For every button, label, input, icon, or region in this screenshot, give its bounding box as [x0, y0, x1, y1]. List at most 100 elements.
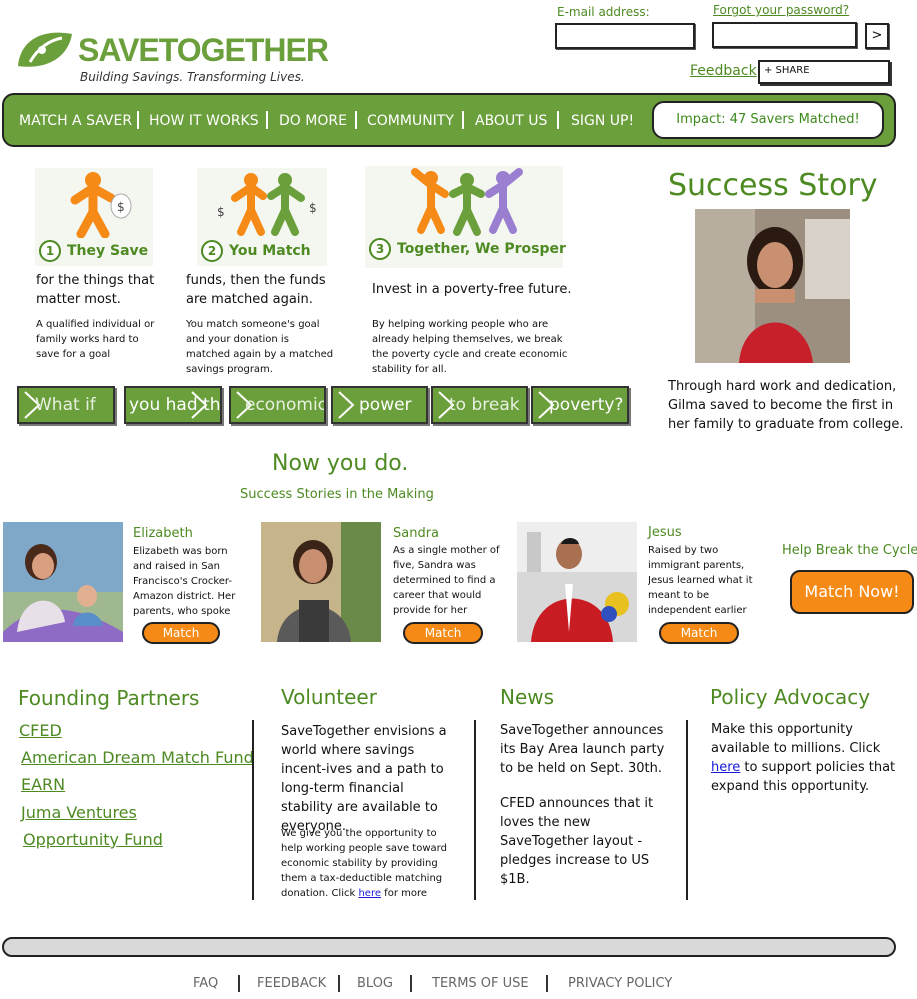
- step-3-heading: Invest in a poverty-free future.: [372, 282, 572, 297]
- arrow-phrase-text: What if: [35, 395, 96, 415]
- footer-terms-link[interactable]: TERMS OF USE: [432, 976, 529, 991]
- nav-sign-up[interactable]: SIGN UP!: [571, 113, 634, 129]
- arrow-phrase-2: you had the: [124, 386, 222, 424]
- graduate-photo-icon: [517, 522, 637, 642]
- logo-text-save: Save: [78, 32, 160, 68]
- policy-body: Make this opportunity available to milli…: [711, 720, 909, 796]
- logo[interactable]: SaveTogether Building Savings. Transform…: [16, 28, 329, 88]
- partner-link-juma[interactable]: Juma Ventures: [21, 803, 137, 822]
- help-break-cycle-title: Help Break the Cycle: [782, 543, 917, 558]
- saver-name-jesus: Jesus: [648, 525, 682, 540]
- news-title: News: [500, 685, 555, 709]
- nav-match-a-saver[interactable]: MATCH A SAVER: [19, 113, 132, 129]
- saver-photo-sandra[interactable]: [261, 522, 381, 642]
- success-story-title: Success Story: [668, 168, 878, 203]
- saver-photo-elizabeth[interactable]: [3, 522, 123, 642]
- feedback-link[interactable]: Feedback: [690, 63, 757, 79]
- arrow-phrase-4: power: [331, 386, 428, 424]
- news-item-1: SaveTogether announces its Bay Area laun…: [500, 723, 665, 776]
- step-2-label: You Match: [229, 243, 311, 259]
- match-button-jesus[interactable]: Match: [659, 622, 739, 644]
- volunteer-title: Volunteer: [281, 685, 377, 709]
- leaf-logo-icon: [18, 32, 72, 67]
- nav-divider: [355, 111, 357, 129]
- saver-name-elizabeth: Elizabeth: [133, 526, 193, 541]
- founding-partners-title: Founding Partners: [18, 686, 200, 710]
- arrow-phrase-1: What if: [17, 386, 115, 424]
- footer-divider: [410, 975, 412, 992]
- nav-about-us[interactable]: ABOUT US: [475, 113, 547, 129]
- nav-do-more[interactable]: DO MORE: [279, 113, 347, 129]
- arrow-phrase-6: poverty?: [531, 386, 629, 424]
- step-2-heading: funds, then the funds are matched again.: [186, 273, 326, 307]
- footer-divider: [338, 975, 340, 992]
- step-1-number: 1: [39, 240, 61, 262]
- match-button-elizabeth[interactable]: Match: [142, 622, 220, 644]
- chevron-right-icon: [191, 391, 208, 419]
- footer-bar: [2, 937, 896, 957]
- login-submit-button[interactable]: >: [865, 23, 889, 49]
- arrow-phrase-text: economic: [245, 395, 326, 415]
- nav-how-it-works[interactable]: HOW IT WORKS: [149, 113, 259, 129]
- policy-pre: Make this opportunity available to milli…: [711, 722, 881, 756]
- partner-link-american-dream[interactable]: American Dream Match Fund: [21, 748, 254, 767]
- step-2-title: 2 You Match: [201, 240, 311, 262]
- nav-community[interactable]: COMMUNITY: [367, 113, 454, 129]
- people-prospering-icon: [411, 168, 523, 236]
- password-input[interactable]: [712, 22, 857, 48]
- saver-desc-jesus: Raised by two immigrant parents, Jesus l…: [648, 545, 753, 616]
- student-photo-icon: [695, 209, 850, 363]
- footer-faq-link[interactable]: FAQ: [193, 976, 218, 991]
- email-label: E-mail address:: [557, 5, 650, 19]
- logo-text-together: Together: [158, 32, 329, 68]
- volunteer-body: SaveTogether envisions a world where sav…: [281, 724, 447, 834]
- people-matching-icon: $ $: [217, 173, 317, 236]
- match-now-button[interactable]: Match Now!: [790, 570, 914, 614]
- arrow-phrase-text: power: [359, 395, 412, 415]
- nav-divider: [137, 111, 139, 129]
- impact-counter: Impact: 47 Savers Matched!: [652, 101, 884, 139]
- footer-privacy-link[interactable]: PRIVACY POLICY: [568, 976, 672, 991]
- partner-link-cfed[interactable]: CFED: [19, 721, 62, 740]
- arrow-phrase-3: economic: [229, 386, 326, 424]
- family-photo-icon: [3, 522, 123, 642]
- svg-text:$: $: [309, 201, 317, 215]
- footer-feedback-link[interactable]: FEEDBACK: [257, 976, 326, 991]
- now-you-do-title: Now you do.: [272, 451, 409, 476]
- saver-photo-jesus[interactable]: [517, 522, 637, 642]
- step-2-number: 2: [201, 240, 223, 262]
- share-button[interactable]: + SHARE: [758, 60, 890, 84]
- step-3-number: 3: [369, 238, 391, 260]
- forgot-password-link[interactable]: Forgot your password?: [713, 3, 849, 17]
- step-1-body: A qualified individual or family works h…: [36, 319, 155, 360]
- footer-divider: [546, 975, 548, 992]
- partner-link-opportunity-fund[interactable]: Opportunity Fund: [23, 830, 163, 849]
- success-story-text: Through hard work and dedication, Gilma …: [668, 379, 904, 432]
- policy-here-link[interactable]: here: [711, 760, 740, 775]
- column-divider: [252, 720, 254, 900]
- nav-divider: [557, 111, 559, 129]
- arrow-phrase-5: to break: [431, 386, 528, 424]
- footer-divider: [238, 975, 240, 992]
- step-1-label: They Save: [67, 243, 149, 259]
- now-you-do-subtitle: Success Stories in the Making: [240, 487, 434, 502]
- volunteer-small-text: We give you the opportunity to help work…: [281, 826, 461, 901]
- nav-divider: [462, 111, 464, 129]
- saver-name-sandra: Sandra: [393, 526, 440, 541]
- volunteer-here-link[interactable]: here: [358, 888, 381, 899]
- email-input[interactable]: [555, 23, 695, 49]
- partner-link-earn[interactable]: EARN: [21, 775, 65, 794]
- step-1-title: 1 They Save: [39, 240, 148, 262]
- column-divider: [474, 720, 476, 900]
- footer-blog-link[interactable]: BLOG: [357, 976, 393, 991]
- news-item-2: CFED announces that it loves the new Sav…: [500, 796, 654, 887]
- nav-divider: [266, 111, 268, 129]
- success-story-photo[interactable]: [695, 209, 850, 363]
- match-button-sandra[interactable]: Match: [403, 622, 483, 644]
- volunteer-small-post: for more: [381, 888, 428, 899]
- policy-title: Policy Advocacy: [710, 685, 871, 709]
- step-1-heading: for the things that matter most.: [36, 273, 155, 307]
- woman-photo-icon: [261, 522, 381, 642]
- arrow-phrase-text: to break: [449, 395, 520, 415]
- saver-desc-sandra: As a single mother of five, Sandra was d…: [393, 545, 500, 616]
